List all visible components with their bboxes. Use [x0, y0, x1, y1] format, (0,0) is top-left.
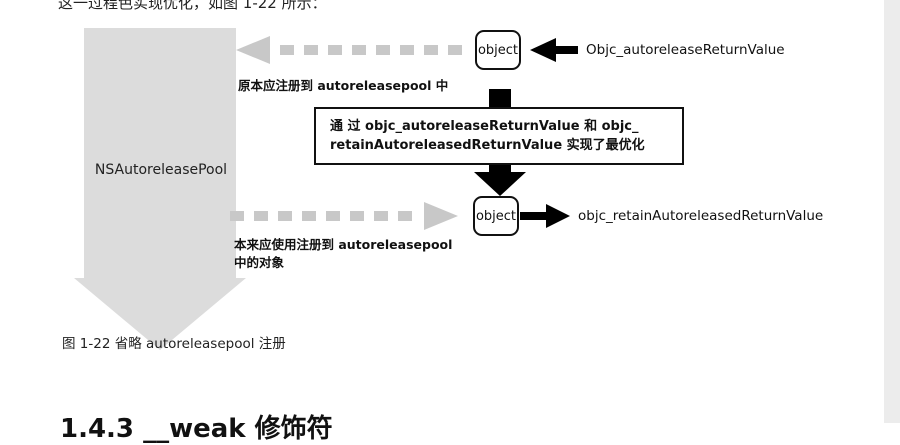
- next-section-heading: 1.4.3 __weak 修饰符: [60, 414, 333, 444]
- func-label-bottom: objc_retainAutoreleasedReturnValue: [578, 208, 824, 224]
- solid-arrow-in-top: [530, 38, 578, 62]
- note-bottom-line1: 本来应使用注册到 autoreleasepool: [234, 237, 453, 252]
- object-label-bottom: object: [475, 208, 517, 224]
- solid-arrow-down: [474, 165, 526, 196]
- solid-arrow-stem-top: [489, 89, 511, 107]
- object-box-bottom: object: [473, 196, 519, 236]
- solid-arrow-out-bottom: [520, 204, 570, 228]
- note-bottom-line2: 中的对象: [234, 255, 285, 270]
- center-line2: retainAutoreleasedReturnValue 实现了最优化: [330, 138, 645, 153]
- pool-arrow: [74, 28, 246, 350]
- pool-label: NSAutoreleasePool: [94, 162, 228, 178]
- dashed-arrow-bottom: [230, 202, 458, 230]
- object-label-top: object: [477, 42, 519, 58]
- figure-caption: 图 1-22 省略 autoreleasepool 注册: [62, 336, 286, 352]
- center-box: 通 过 objc_autoreleaseReturnValue 和 objc_ …: [314, 107, 684, 165]
- note-top: 原本应注册到 autoreleasepool 中: [238, 78, 449, 93]
- center-line1: 通 过 objc_autoreleaseReturnValue 和 objc_: [330, 119, 639, 134]
- object-box-top: object: [475, 30, 521, 70]
- dashed-arrow-top: [236, 36, 462, 64]
- func-label-top: Objc_autoreleaseReturnValue: [586, 42, 785, 58]
